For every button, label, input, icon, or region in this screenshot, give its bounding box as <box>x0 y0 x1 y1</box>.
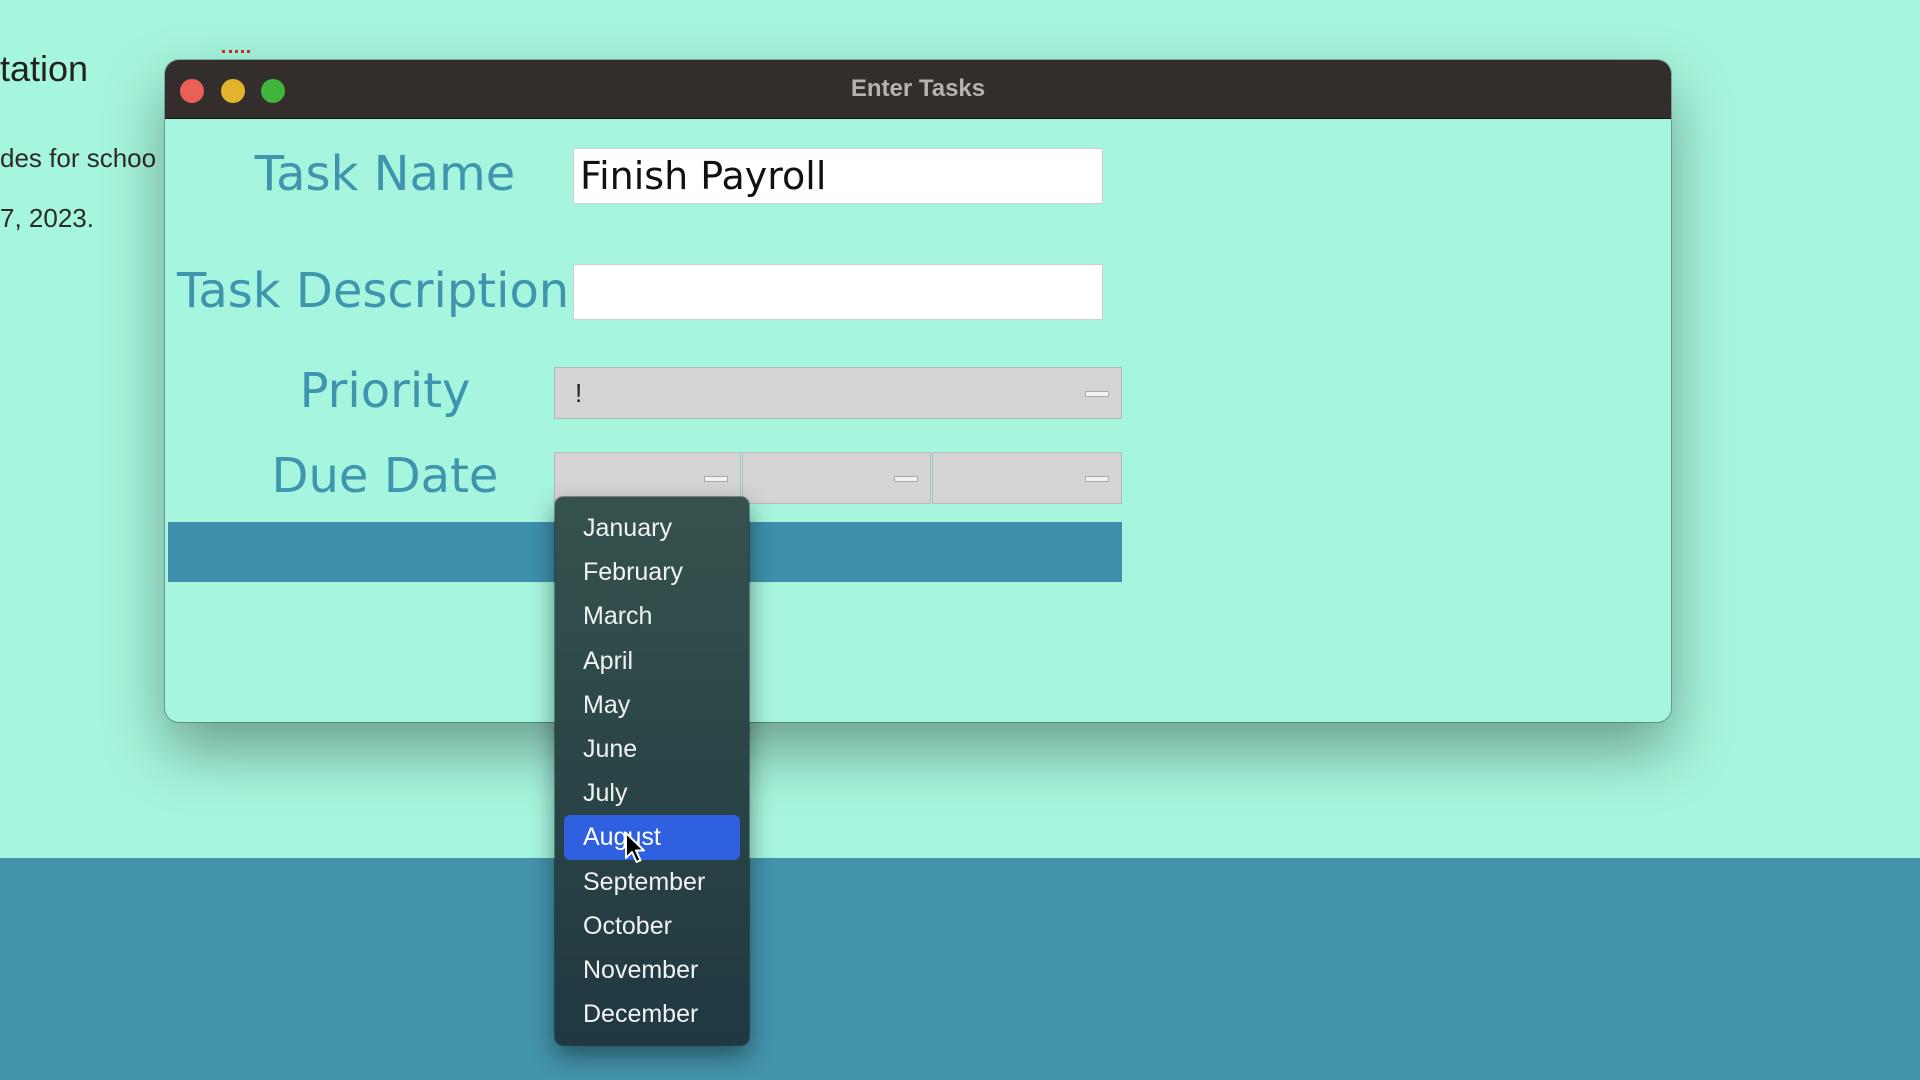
task-name-input[interactable] <box>573 148 1103 204</box>
due-day-select[interactable] <box>742 452 931 504</box>
background-band <box>0 858 1920 1080</box>
dash-arrow-icon <box>894 476 918 482</box>
month-option-highlighted[interactable]: August <box>564 815 740 860</box>
background-text-line-2: 7, 2023. <box>0 203 94 233</box>
month-option[interactable]: May <box>564 683 740 727</box>
month-option[interactable]: January <box>564 506 740 550</box>
month-dropdown-menu: January February March April May June Ju… <box>555 497 749 1045</box>
background-text-line-1: des for schoo <box>0 143 157 173</box>
task-name-label: Task Name <box>254 146 516 202</box>
priority-selected-value: ! <box>575 378 583 408</box>
dash-arrow-icon <box>1085 391 1109 397</box>
month-option[interactable]: October <box>564 904 740 948</box>
window-titlebar[interactable]: Enter Tasks <box>165 60 1671 119</box>
month-option[interactable]: July <box>564 771 740 815</box>
due-year-select[interactable] <box>932 452 1122 504</box>
priority-label: Priority <box>299 363 471 419</box>
month-option[interactable]: March <box>564 594 740 638</box>
task-description-input[interactable] <box>573 264 1103 320</box>
priority-select[interactable]: ! <box>554 367 1122 419</box>
background-red-mark <box>222 50 250 59</box>
enter-tasks-window: Enter Tasks Task Name Task Description P… <box>165 60 1671 722</box>
month-option[interactable]: April <box>564 639 740 683</box>
dash-arrow-icon <box>704 476 728 482</box>
month-option[interactable]: September <box>564 860 740 904</box>
background-heading: tation <box>0 48 89 89</box>
month-option[interactable]: December <box>564 992 740 1036</box>
month-option[interactable]: February <box>564 550 740 594</box>
due-date-label: Due Date <box>271 448 499 504</box>
task-description-label: Task Description <box>177 263 570 319</box>
dash-arrow-icon <box>1085 476 1109 482</box>
month-option[interactable]: June <box>564 727 740 771</box>
month-option[interactable]: November <box>564 948 740 992</box>
window-title: Enter Tasks <box>850 75 986 102</box>
